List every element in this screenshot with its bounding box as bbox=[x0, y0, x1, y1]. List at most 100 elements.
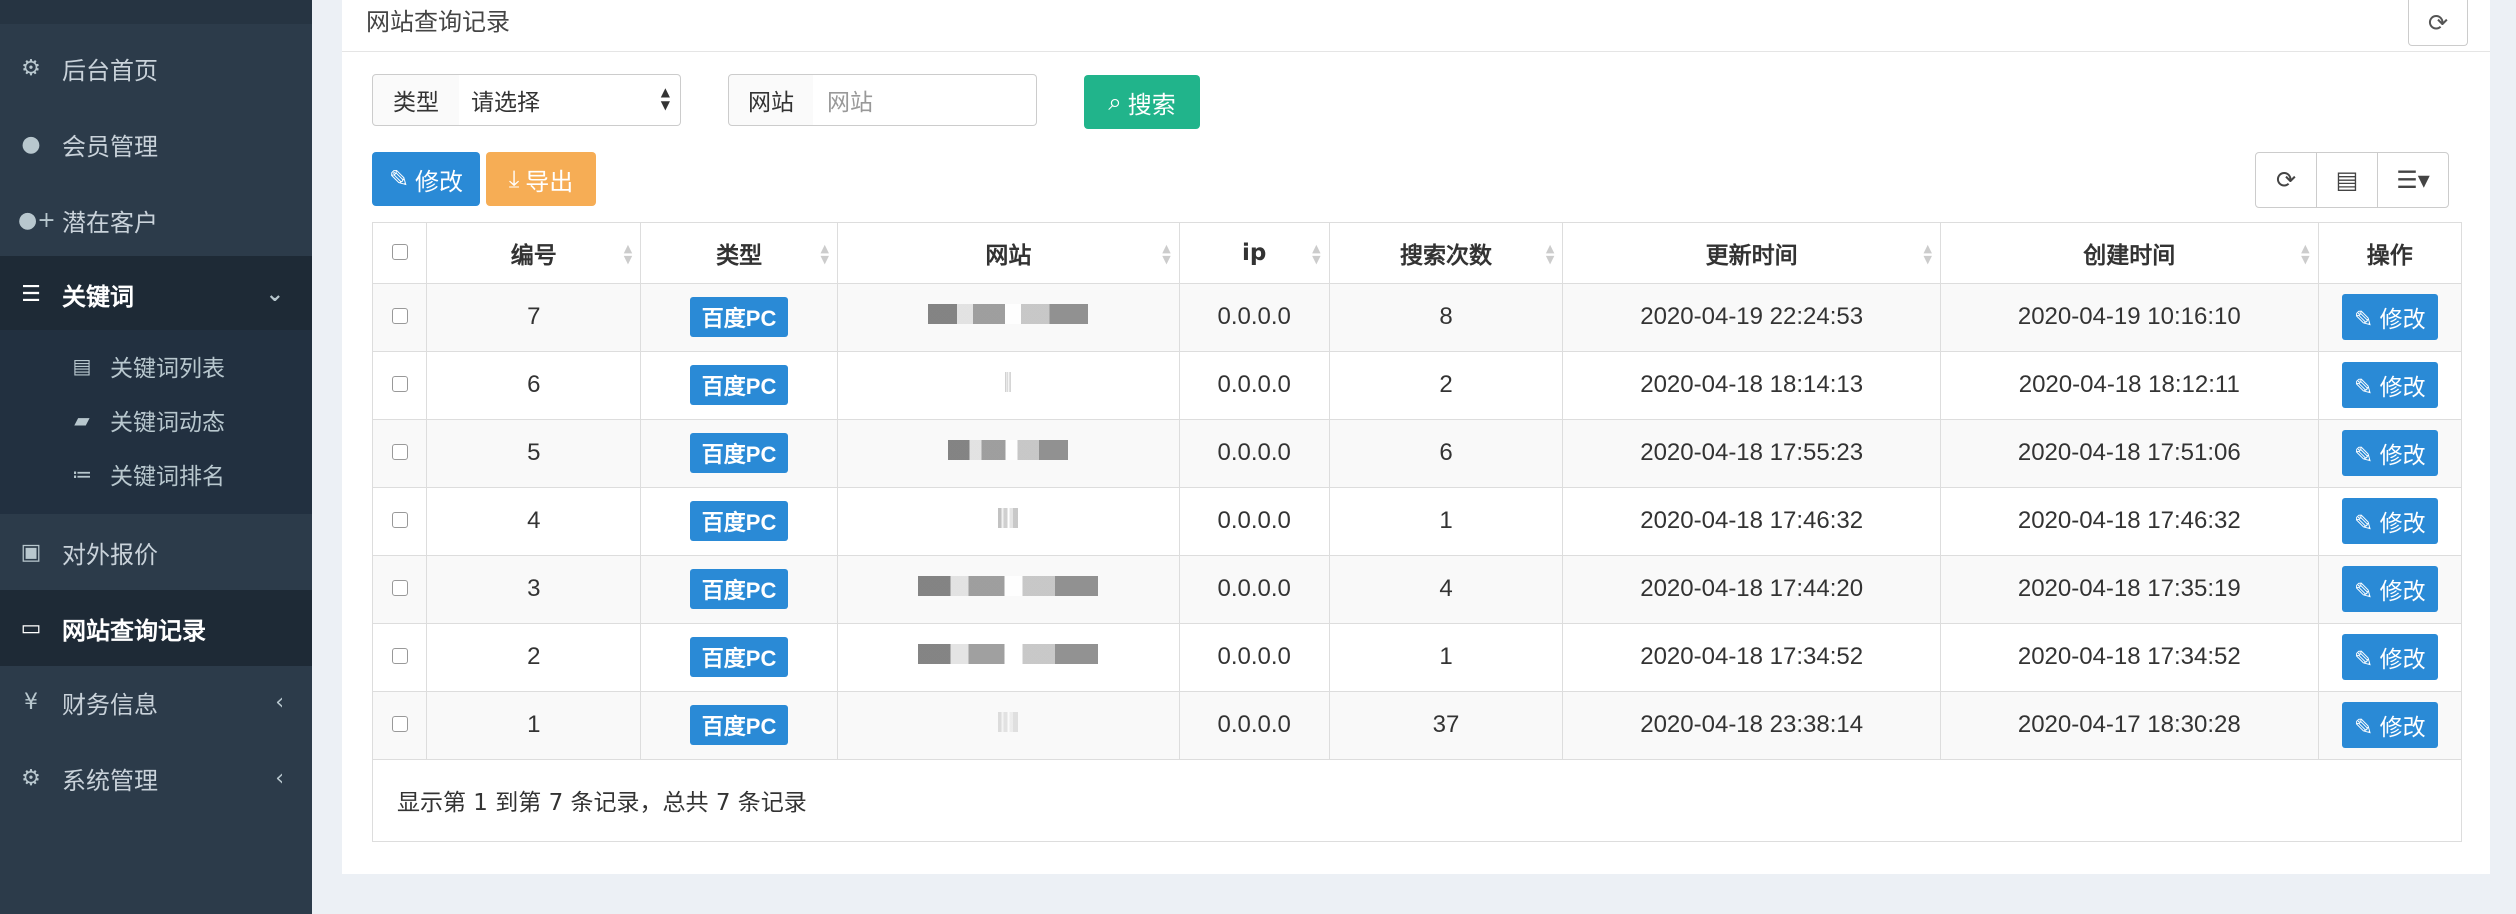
sidebar-item-prospects[interactable]: ●+ 潜在客户 bbox=[0, 182, 312, 258]
list-icon: ☰▾ bbox=[2396, 166, 2430, 194]
count-cell: 1 bbox=[1329, 623, 1564, 692]
sidebar-item-quotes[interactable]: ▣ 对外报价 bbox=[0, 514, 312, 590]
site-redacted bbox=[918, 576, 1099, 596]
row-checkbox[interactable] bbox=[391, 376, 408, 392]
row-edit-button[interactable]: ✎ 修改 bbox=[2341, 634, 2438, 680]
site-cell bbox=[837, 555, 1180, 624]
column-header-type[interactable]: 类型 ▲ ▼ bbox=[640, 223, 838, 284]
sidebar-item-keywords[interactable]: ☰ 关键词 ⌄ bbox=[0, 256, 312, 332]
column-header-ip[interactable]: ip ▲ ▼ bbox=[1179, 223, 1330, 284]
header-label: 更新时间 bbox=[1705, 242, 1798, 269]
user-icon: ● bbox=[21, 131, 41, 157]
toggle-view-button[interactable]: ▤ bbox=[2316, 152, 2378, 208]
row-edit-label: 修改 bbox=[2379, 646, 2426, 672]
select-all-checkbox[interactable] bbox=[391, 243, 408, 260]
money-icon: ▣ bbox=[20, 539, 42, 565]
created-cell: 2020-04-18 17:35:19 bbox=[1940, 555, 2319, 624]
edit-button[interactable]: ✎ 修改 bbox=[372, 152, 480, 206]
row-checkbox-cell[interactable] bbox=[373, 555, 428, 624]
chevron-left-icon: ‹ bbox=[275, 765, 284, 791]
type-cell: 百度PC bbox=[640, 351, 838, 420]
submenu-item-keyword-news[interactable]: ▰ 关键词动态 bbox=[0, 392, 312, 448]
row-checkbox[interactable] bbox=[391, 512, 408, 528]
pagination-info: 显示第 1 到第 7 条记录，总共 7 条记录 bbox=[397, 790, 807, 816]
search-button[interactable]: ⌕ 搜索 bbox=[1084, 75, 1200, 129]
select-all-header[interactable] bbox=[373, 223, 428, 284]
column-header-created[interactable]: 创建时间 ▲ ▼ bbox=[1940, 223, 2319, 284]
type-select[interactable]: 请选择 ▲ ▼ bbox=[459, 74, 681, 126]
row-edit-label: 修改 bbox=[2379, 306, 2426, 332]
column-header-id[interactable]: 编号 ▲ ▼ bbox=[426, 223, 642, 284]
row-edit-button[interactable]: ✎ 修改 bbox=[2341, 430, 2438, 476]
ip-cell: 0.0.0.0 bbox=[1179, 691, 1330, 760]
yen-icon: ¥ bbox=[24, 689, 38, 715]
page-refresh-button[interactable]: ⟳ bbox=[2408, 0, 2468, 46]
row-checkbox-cell[interactable] bbox=[373, 623, 428, 692]
type-badge: 百度PC bbox=[689, 705, 789, 745]
table-row: 4 百度PC 0.0.0.0 1 2020-04-18 17:46:32 202… bbox=[373, 487, 2461, 556]
row-checkbox-cell[interactable] bbox=[373, 351, 428, 420]
table-header-row: 编号 ▲ ▼ 类型 ▲ ▼ 网站 ▲ ▼ ip ▲ ▼ 搜索次数 ▲ ▼ 更新时间 ▲ ▼ 创建时间 ▲ ▼… bbox=[373, 223, 2461, 284]
column-header-count[interactable]: 搜索次数 ▲ ▼ bbox=[1329, 223, 1564, 284]
created-cell: 2020-04-18 17:34:52 bbox=[1940, 623, 2319, 692]
chevron-down-icon: ⌄ bbox=[265, 281, 284, 307]
created-cell: 2020-04-18 17:51:06 bbox=[1940, 419, 2319, 488]
row-checkbox[interactable] bbox=[391, 444, 408, 460]
type-badge: 百度PC bbox=[689, 569, 789, 609]
type-badge: 百度PC bbox=[689, 365, 789, 405]
row-edit-button[interactable]: ✎ 修改 bbox=[2341, 566, 2438, 612]
row-edit-label: 修改 bbox=[2379, 510, 2426, 536]
site-redacted bbox=[998, 712, 1019, 732]
id-cell: 1 bbox=[426, 691, 642, 760]
updated-cell: 2020-04-19 22:24:53 bbox=[1562, 283, 1941, 352]
row-checkbox-cell[interactable] bbox=[373, 283, 428, 352]
row-checkbox-cell[interactable] bbox=[373, 487, 428, 556]
ip-cell: 0.0.0.0 bbox=[1179, 555, 1330, 624]
row-checkbox[interactable] bbox=[391, 716, 408, 732]
row-edit-button[interactable]: ✎ 修改 bbox=[2341, 362, 2438, 408]
row-edit-button[interactable]: ✎ 修改 bbox=[2341, 702, 2438, 748]
main-panel: 网站查询记录 ⟳ 类型 请选择 ▲ ▼ 网站 网站 ⌕ 搜索 ✎ 修改 ⤓ 导出 … bbox=[342, 0, 2490, 874]
search-icon: ⌕ bbox=[1108, 88, 1122, 116]
type-badge: 百度PC bbox=[689, 501, 789, 541]
table-row: 2 百度PC 0.0.0.0 1 2020-04-18 17:34:52 202… bbox=[373, 623, 2461, 692]
updated-cell: 2020-04-18 18:14:13 bbox=[1562, 351, 1941, 420]
id-cell: 3 bbox=[426, 555, 642, 624]
site-redacted bbox=[998, 508, 1019, 528]
type-cell: 百度PC bbox=[640, 487, 838, 556]
table-refresh-button[interactable]: ⟳ bbox=[2255, 152, 2317, 208]
ip-cell: 0.0.0.0 bbox=[1179, 419, 1330, 488]
updated-cell: 2020-04-18 17:34:52 bbox=[1562, 623, 1941, 692]
row-edit-button[interactable]: ✎ 修改 bbox=[2341, 498, 2438, 544]
id-cell: 5 bbox=[426, 419, 642, 488]
row-checkbox-cell[interactable] bbox=[373, 691, 428, 760]
sidebar-item-members[interactable]: ● 会员管理 bbox=[0, 106, 312, 182]
sidebar-item-site-records[interactable]: ▭ 网站查询记录 bbox=[0, 590, 312, 666]
export-button[interactable]: ⤓ 导出 bbox=[486, 152, 596, 206]
chevron-left-icon: ‹ bbox=[275, 689, 284, 715]
columns-dropdown-button[interactable]: ☰▾ bbox=[2377, 152, 2449, 208]
sidebar-item-finance[interactable]: ¥ 财务信息 ‹ bbox=[0, 664, 312, 740]
row-checkbox[interactable] bbox=[391, 580, 408, 596]
sidebar-item-system[interactable]: ⚙ 系统管理 ‹ bbox=[0, 740, 312, 816]
column-header-updated[interactable]: 更新时间 ▲ ▼ bbox=[1562, 223, 1941, 284]
table-row: 6 百度PC 0.0.0.0 2 2020-04-18 18:14:13 202… bbox=[373, 351, 2461, 420]
submenu-item-keyword-list[interactable]: ▤ 关键词列表 bbox=[0, 338, 312, 394]
sidebar-item-home[interactable]: ⚙ 后台首页 bbox=[0, 30, 312, 106]
row-checkbox[interactable] bbox=[391, 308, 408, 324]
download-icon: ⤓ bbox=[508, 165, 520, 193]
row-checkbox[interactable] bbox=[391, 648, 408, 664]
sidebar-item-label: 会员管理 bbox=[62, 132, 158, 161]
created-cell: 2020-04-19 10:16:10 bbox=[1940, 283, 2319, 352]
row-edit-button[interactable]: ✎ 修改 bbox=[2341, 294, 2438, 340]
site-input[interactable]: 网站 bbox=[813, 74, 1037, 126]
records-table: 编号 ▲ ▼ 类型 ▲ ▼ 网站 ▲ ▼ ip ▲ ▼ 搜索次数 ▲ ▼ 更新时间 ▲ ▼ 创建时间 ▲ ▼… bbox=[373, 223, 2461, 760]
created-cell: 2020-04-17 18:30:28 bbox=[1940, 691, 2319, 760]
column-header-site[interactable]: 网站 ▲ ▼ bbox=[837, 223, 1180, 284]
submenu-item-keyword-rank[interactable]: ≔ 关键词排名 bbox=[0, 446, 312, 502]
type-cell: 百度PC bbox=[640, 623, 838, 692]
row-edit-label: 修改 bbox=[2379, 578, 2426, 604]
book-icon: ▰ bbox=[74, 408, 90, 432]
action-cell: ✎ 修改 bbox=[2318, 351, 2461, 420]
row-checkbox-cell[interactable] bbox=[373, 419, 428, 488]
